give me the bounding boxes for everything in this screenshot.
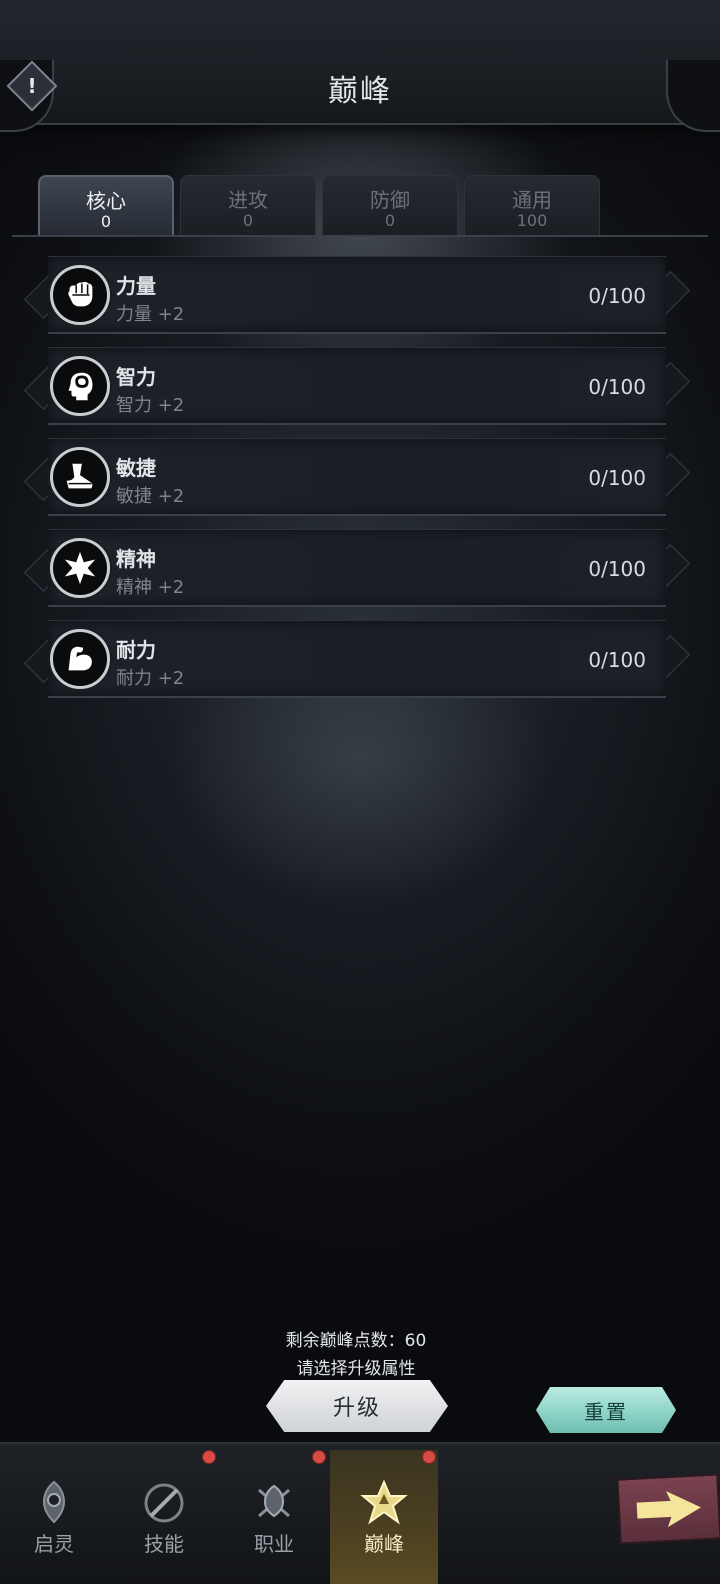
- tab-label: 通用: [512, 188, 552, 212]
- notification-badge: [312, 1450, 326, 1464]
- pinnacle-star-icon: [360, 1479, 408, 1525]
- skill-blade-icon: [144, 1483, 184, 1523]
- notification-badge: [422, 1450, 436, 1464]
- reset-button-label: 重置: [584, 1399, 628, 1424]
- attribute-value: 0/100: [588, 284, 646, 308]
- attribute-row-spirit[interactable]: 精神 精神 +2 0/100: [23, 529, 691, 609]
- tab-label: 防御: [370, 188, 410, 212]
- nav-label: 职业: [254, 1532, 294, 1556]
- attribute-row-agility[interactable]: 敏捷 敏捷 +2 0/100: [23, 438, 691, 518]
- attribute-desc: 敏捷 +2: [116, 486, 185, 507]
- tab-value: 100: [516, 211, 548, 230]
- brain-head-icon: [50, 356, 110, 416]
- nav-item-class[interactable]: 职业: [220, 1450, 328, 1584]
- tab-core[interactable]: 核心 0: [38, 175, 174, 235]
- hint-text: 请选择升级属性: [296, 1359, 416, 1379]
- boot-icon: [50, 447, 110, 507]
- reset-button[interactable]: 重置: [536, 1387, 676, 1433]
- remaining-points-text: 剩余巅峰点数：60: [285, 1331, 427, 1351]
- tab-label: 进攻: [228, 188, 268, 212]
- page-title: 巅峰: [328, 74, 392, 109]
- attribute-row-strength[interactable]: 力量 力量 +2 0/100: [23, 256, 691, 336]
- tab-bar: 核心 0 进攻 0 防御 0 通用 100: [38, 175, 600, 235]
- fist-icon: [50, 265, 110, 325]
- tab-value: 0: [100, 212, 112, 231]
- attribute-name: 力量: [116, 274, 156, 298]
- tab-attack[interactable]: 进攻 0: [180, 175, 316, 235]
- muscle-arm-icon: [50, 629, 110, 689]
- tab-defense[interactable]: 防御 0: [322, 175, 458, 235]
- nav-label: 巅峰: [364, 1532, 404, 1556]
- attribute-row-stamina[interactable]: 耐力 耐力 +2 0/100: [23, 620, 691, 700]
- attribute-name: 耐力: [116, 638, 156, 662]
- nav-item-skill[interactable]: 技能: [110, 1450, 218, 1584]
- attribute-row-intelligence[interactable]: 智力 智力 +2 0/100: [23, 347, 691, 427]
- tab-divider: [12, 235, 708, 237]
- attribute-desc: 精神 +2: [116, 577, 185, 598]
- upgrade-button[interactable]: 升级: [266, 1380, 448, 1432]
- notification-badge: [202, 1450, 216, 1464]
- attribute-name: 精神: [116, 547, 156, 571]
- next-page-button[interactable]: [616, 1473, 720, 1545]
- attribute-desc: 耐力 +2: [116, 668, 185, 689]
- nav-item-pinnacle[interactable]: 巅峰: [330, 1450, 438, 1584]
- arrow-right-icon: [636, 1491, 701, 1528]
- nav-item-qiling[interactable]: 启灵: [0, 1450, 108, 1584]
- tab-value: 0: [242, 211, 254, 230]
- upgrade-button-label: 升级: [332, 1396, 381, 1421]
- tab-value: 0: [384, 211, 396, 230]
- attribute-value: 0/100: [588, 466, 646, 490]
- attribute-value: 0/100: [588, 557, 646, 581]
- nav-label: 启灵: [34, 1532, 74, 1556]
- tab-general[interactable]: 通用 100: [464, 175, 600, 235]
- nav-label: 技能: [144, 1532, 184, 1556]
- attribute-name: 敏捷: [116, 456, 156, 480]
- attribute-value: 0/100: [588, 375, 646, 399]
- spirit-burst-icon: [50, 538, 110, 598]
- attribute-value: 0/100: [588, 648, 646, 672]
- attribute-name: 智力: [116, 365, 156, 389]
- attribute-desc: 力量 +2: [116, 304, 185, 325]
- spirit-emblem-icon: [42, 1480, 66, 1524]
- attribute-desc: 智力 +2: [116, 395, 185, 416]
- class-crest-icon: [258, 1484, 290, 1518]
- tab-label: 核心: [86, 189, 126, 213]
